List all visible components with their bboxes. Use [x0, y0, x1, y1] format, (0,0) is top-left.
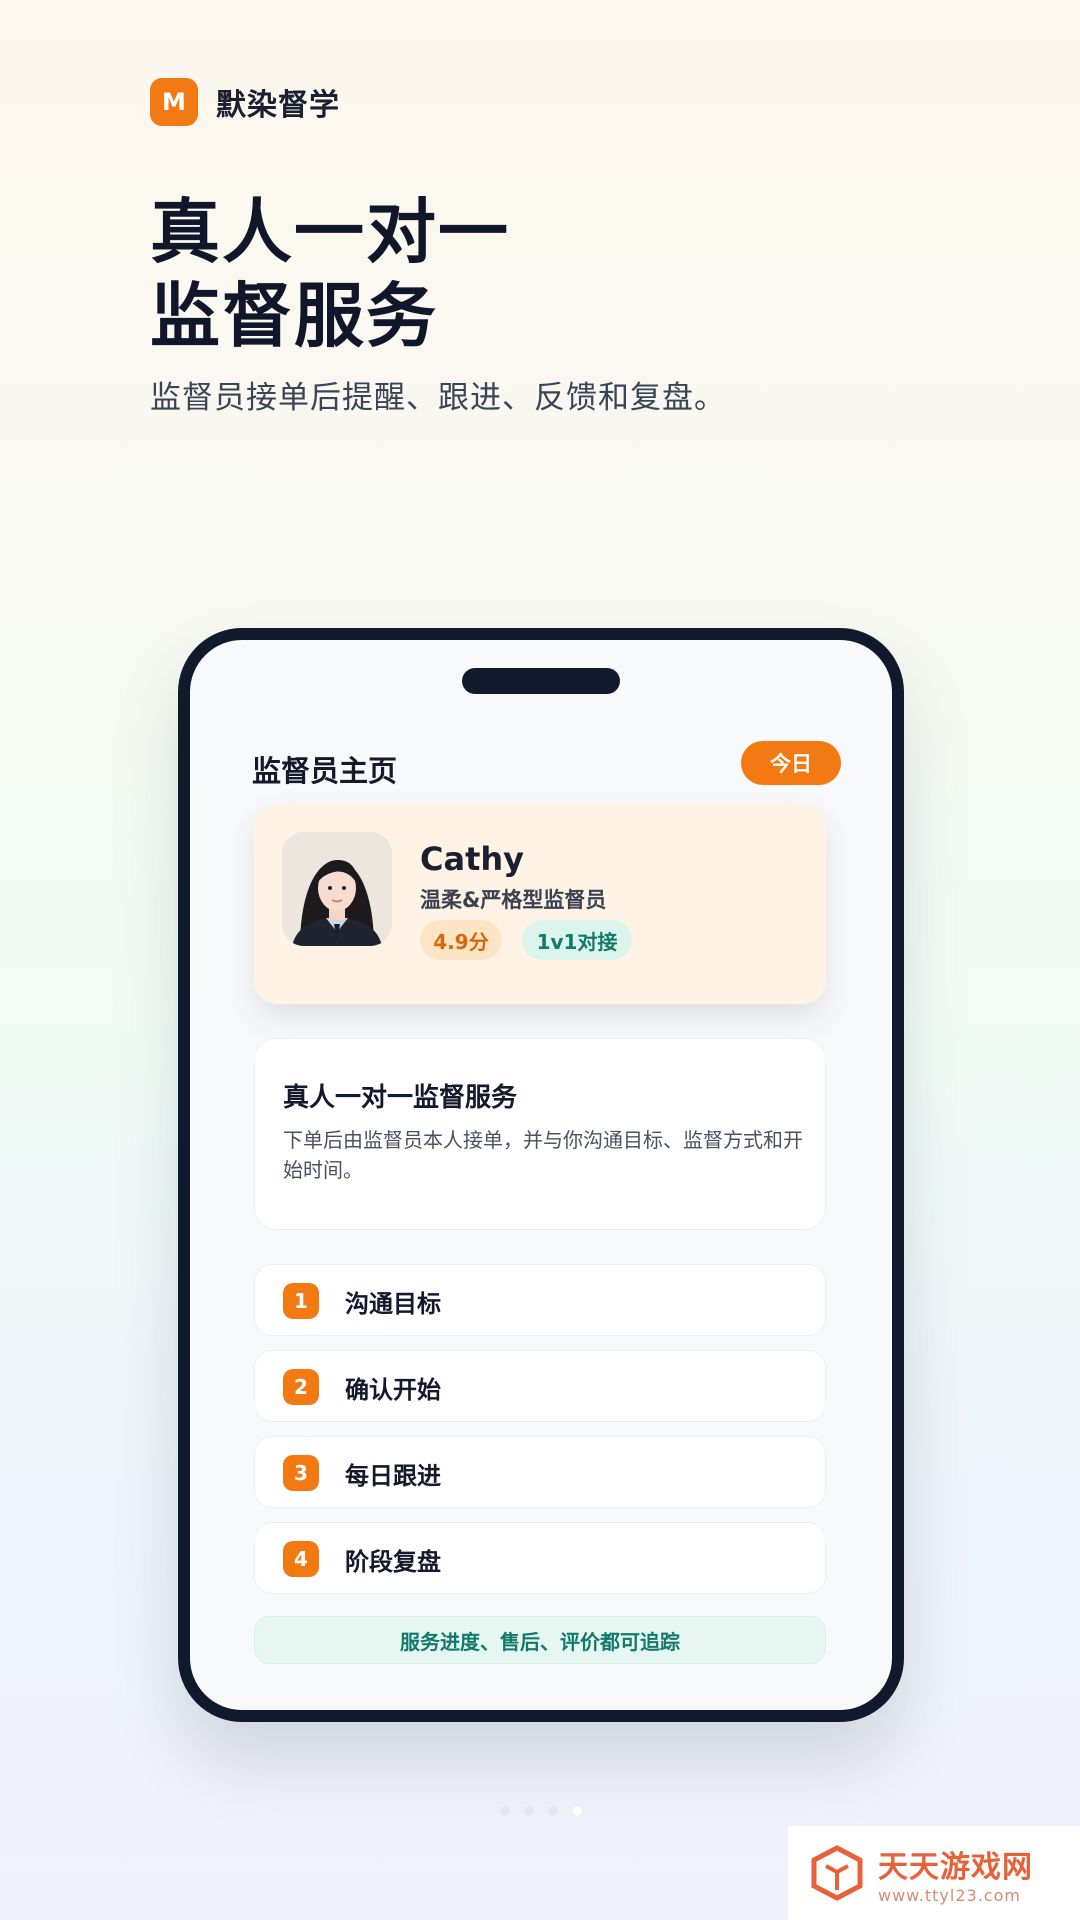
step-label: 每日跟进: [345, 1462, 441, 1490]
step-label: 阶段复盘: [345, 1548, 441, 1576]
cube-logo-icon: [811, 1845, 863, 1901]
page-indicator: [500, 1806, 582, 1816]
hero-title-line2: 监督服务: [150, 275, 438, 357]
service-intro-card: 真人一对一监督服务 下单后由监督员本人接单，并与你沟通目标、监督方式和开始时间。: [254, 1038, 826, 1230]
service-mode-badge: 1v1对接: [522, 920, 632, 960]
step-number: 3: [283, 1455, 319, 1491]
step-item[interactable]: 4 阶段复盘: [254, 1522, 826, 1594]
page-dot[interactable]: [524, 1806, 534, 1816]
step-number: 1: [283, 1283, 319, 1319]
supervisor-name: Cathy: [420, 840, 525, 878]
hero-title-line1: 真人一对一: [150, 191, 510, 273]
phone-notch: [462, 668, 620, 694]
watermark-title: 天天游戏网: [878, 1849, 1033, 1885]
site-watermark: 天天游戏网 www.ttyl23.com: [788, 1826, 1080, 1920]
brand-logo: M: [150, 78, 198, 126]
tracking-note: 服务进度、售后、评价都可追踪: [254, 1616, 826, 1664]
today-button[interactable]: 今日: [741, 741, 841, 785]
step-label: 沟通目标: [345, 1290, 441, 1318]
step-item[interactable]: 2 确认开始: [254, 1350, 826, 1422]
watermark-url: www.ttyl23.com: [878, 1885, 1021, 1905]
avatar: [282, 832, 392, 946]
rating-badge: 4.9分: [420, 920, 502, 960]
step-item[interactable]: 3 每日跟进: [254, 1436, 826, 1508]
step-item[interactable]: 1 沟通目标: [254, 1264, 826, 1336]
page-dot[interactable]: [548, 1806, 558, 1816]
page-dot[interactable]: [500, 1806, 510, 1816]
brand-header: M 默染督学: [150, 78, 340, 126]
hero-subtitle: 监督员接单后提醒、跟进、反馈和复盘。: [150, 380, 726, 416]
service-intro-text: 下单后由监督员本人接单，并与你沟通目标、监督方式和开始时间。: [283, 1128, 803, 1182]
step-label: 确认开始: [345, 1376, 441, 1404]
supervisor-profile-card[interactable]: Cathy 温柔&严格型监督员 4.9分 1v1对接: [254, 804, 826, 1004]
page-title: 监督员主页: [252, 754, 398, 788]
step-number: 2: [283, 1369, 319, 1405]
phone-mockup: 监督员主页 今日 Cathy 温柔&严格型监督员 4.9分 1v1对接 真人一对…: [178, 628, 904, 1722]
supervisor-role: 温柔&严格型监督员: [420, 888, 607, 912]
step-number: 4: [283, 1541, 319, 1577]
brand-name: 默染督学: [216, 88, 340, 123]
hero-title: 真人一对一 监督服务: [150, 190, 510, 358]
page-dot-active[interactable]: [572, 1806, 582, 1816]
service-intro-title: 真人一对一监督服务: [283, 1083, 518, 1113]
